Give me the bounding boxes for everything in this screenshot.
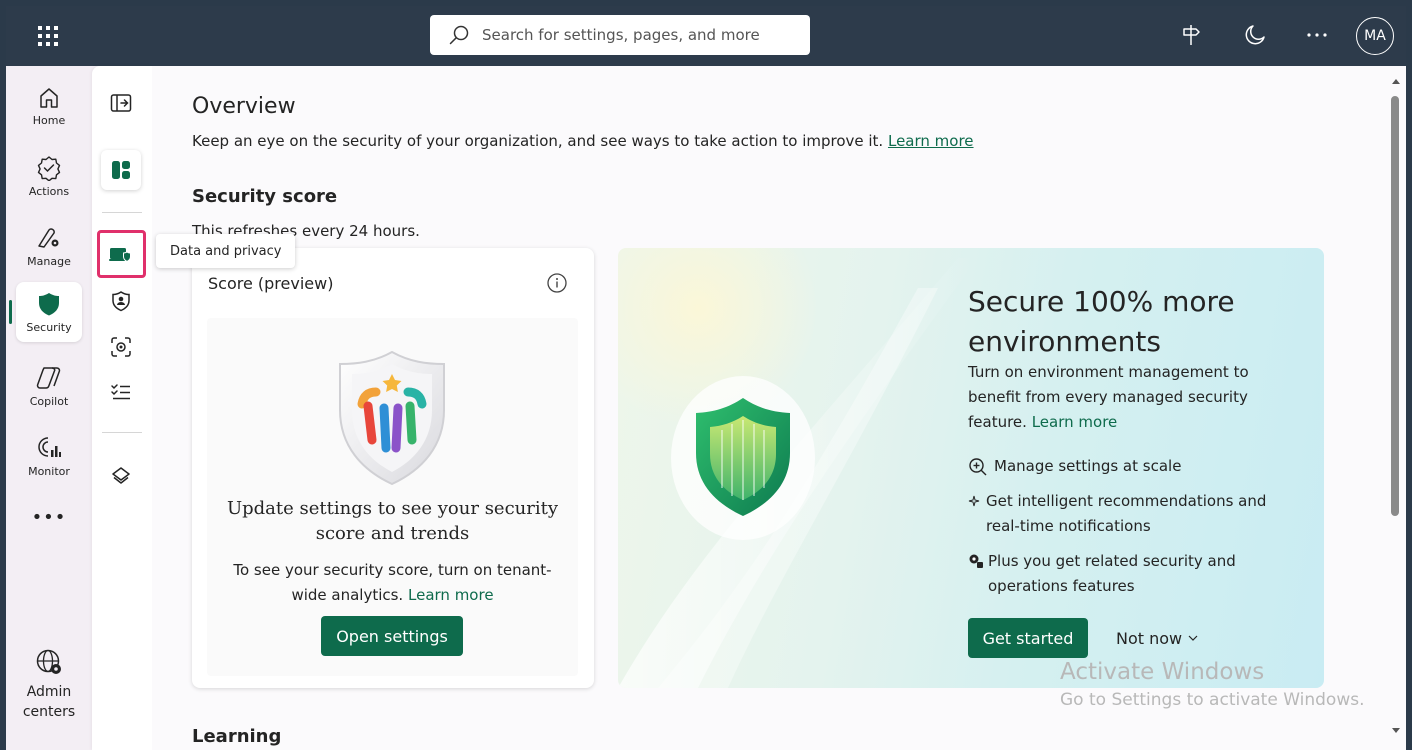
left-rail: Home Actions Manage Security Copilot Mon…: [6, 66, 92, 750]
collapse-nav-icon[interactable]: [104, 86, 138, 120]
scan-nav-icon[interactable]: [104, 330, 138, 364]
search-input[interactable]: [482, 26, 782, 44]
app-window: MA Home Actions Manage: [6, 6, 1406, 750]
rail-item-label: Copilot: [29, 394, 69, 408]
more-options-icon[interactable]: [1302, 20, 1332, 50]
not-now-label: Not now: [1116, 628, 1183, 648]
feature-item: Manage settings at scale: [968, 454, 1181, 485]
score-card-title: Score (preview): [208, 274, 334, 293]
feature-text: Manage settings at scale: [994, 457, 1182, 475]
scroll-down-icon[interactable]: [1391, 726, 1401, 736]
feature-text: Plus you get related security and operat…: [988, 552, 1236, 595]
feature-item: Plus you get related security and operat…: [968, 549, 1288, 599]
promo-card: Secure 100% more environments Turn on en…: [618, 248, 1324, 688]
scroll-up-icon[interactable]: [1391, 76, 1401, 86]
feature-text: Get intelligent recommendations and real…: [986, 492, 1267, 535]
shield-icon: [39, 292, 59, 315]
empty-state-text: To see your security score, turn on tena…: [233, 561, 552, 604]
copilot-icon: [36, 366, 61, 389]
rail-item-label: Security: [26, 320, 72, 334]
layers-nav-icon[interactable]: [104, 459, 138, 493]
rail-item-manage[interactable]: Manage: [16, 216, 82, 276]
signpost-icon[interactable]: [1176, 20, 1206, 50]
rail-item-admin-centers[interactable]: Admin centers: [12, 648, 86, 728]
rail-item-security[interactable]: Security: [16, 282, 82, 342]
not-now-button[interactable]: Not now: [1116, 618, 1198, 658]
dark-mode-icon[interactable]: [1240, 20, 1270, 50]
home-icon: [40, 87, 58, 108]
sparkle-icon: [968, 489, 986, 539]
scrollbar[interactable]: [1386, 66, 1406, 750]
score-empty-state: Update settings to see your security sco…: [207, 318, 578, 676]
avatar[interactable]: MA: [1356, 17, 1394, 55]
rail-item-actions[interactable]: Actions: [16, 146, 82, 206]
rail-item-label: Monitor: [28, 464, 70, 478]
score-learn-more-link[interactable]: Learn more: [408, 586, 494, 604]
activate-windows-watermark: Activate Windows Go to Settings to activ…: [1060, 659, 1365, 710]
empty-state-heading: Update settings to see your security sco…: [226, 498, 559, 544]
security-score-heading: Security score: [192, 186, 338, 207]
rail-item-copilot[interactable]: Copilot: [16, 356, 82, 416]
page-description: Keep an eye on the security of your orga…: [192, 132, 974, 150]
promo-text: Turn on environment management to benefi…: [968, 363, 1249, 431]
promo-heading: Secure 100% more environments: [968, 285, 1235, 358]
open-settings-button[interactable]: Open settings: [321, 616, 463, 656]
rail-item-label: Manage: [27, 254, 71, 268]
actions-icon: [37, 155, 61, 181]
apps-icon: [968, 549, 988, 599]
rail-item-label: Home: [32, 113, 66, 127]
identity-shield-nav-icon[interactable]: [104, 284, 138, 318]
rail-item-label: Admin centers: [22, 684, 76, 720]
get-started-button[interactable]: Get started: [968, 618, 1088, 658]
overview-nav-icon[interactable]: [101, 150, 141, 190]
sub-navigation: [92, 66, 152, 750]
divider: [102, 432, 142, 433]
rail-item-home[interactable]: Home: [16, 76, 82, 136]
score-card: Score (preview) Update settings to see y…: [192, 248, 594, 688]
overview-learn-more-link[interactable]: Learn more: [888, 132, 974, 150]
main-content: Overview Keep an eye on the security of …: [152, 66, 1386, 750]
page-title: Overview: [192, 94, 296, 119]
checklist-nav-icon[interactable]: [104, 375, 138, 409]
info-icon[interactable]: [546, 272, 568, 298]
search-box[interactable]: [430, 15, 810, 55]
more-apps-button[interactable]: •••: [16, 502, 82, 532]
active-indicator: [9, 300, 12, 324]
globe-icon: [36, 649, 61, 674]
zoom-in-icon: [968, 454, 994, 485]
monitor-icon: [38, 436, 61, 457]
tooltip: Data and privacy: [156, 234, 296, 268]
rail-item-monitor[interactable]: Monitor: [16, 426, 82, 486]
promo-learn-more-link[interactable]: Learn more: [1032, 413, 1118, 431]
manage-icon: [38, 227, 59, 248]
security-shield-illustration: [332, 348, 452, 492]
search-icon: [449, 25, 469, 45]
app-launcher-icon[interactable]: [34, 22, 62, 50]
feature-item: Get intelligent recommendations and real…: [968, 489, 1298, 539]
learning-heading: Learning: [192, 726, 282, 747]
divider: [102, 212, 142, 213]
chevron-down-icon: [1188, 635, 1198, 641]
top-bar: MA: [6, 6, 1406, 66]
rail-item-label: Actions: [28, 184, 70, 198]
scrollbar-thumb[interactable]: [1391, 96, 1399, 516]
data-privacy-nav-icon[interactable]: [104, 237, 138, 271]
